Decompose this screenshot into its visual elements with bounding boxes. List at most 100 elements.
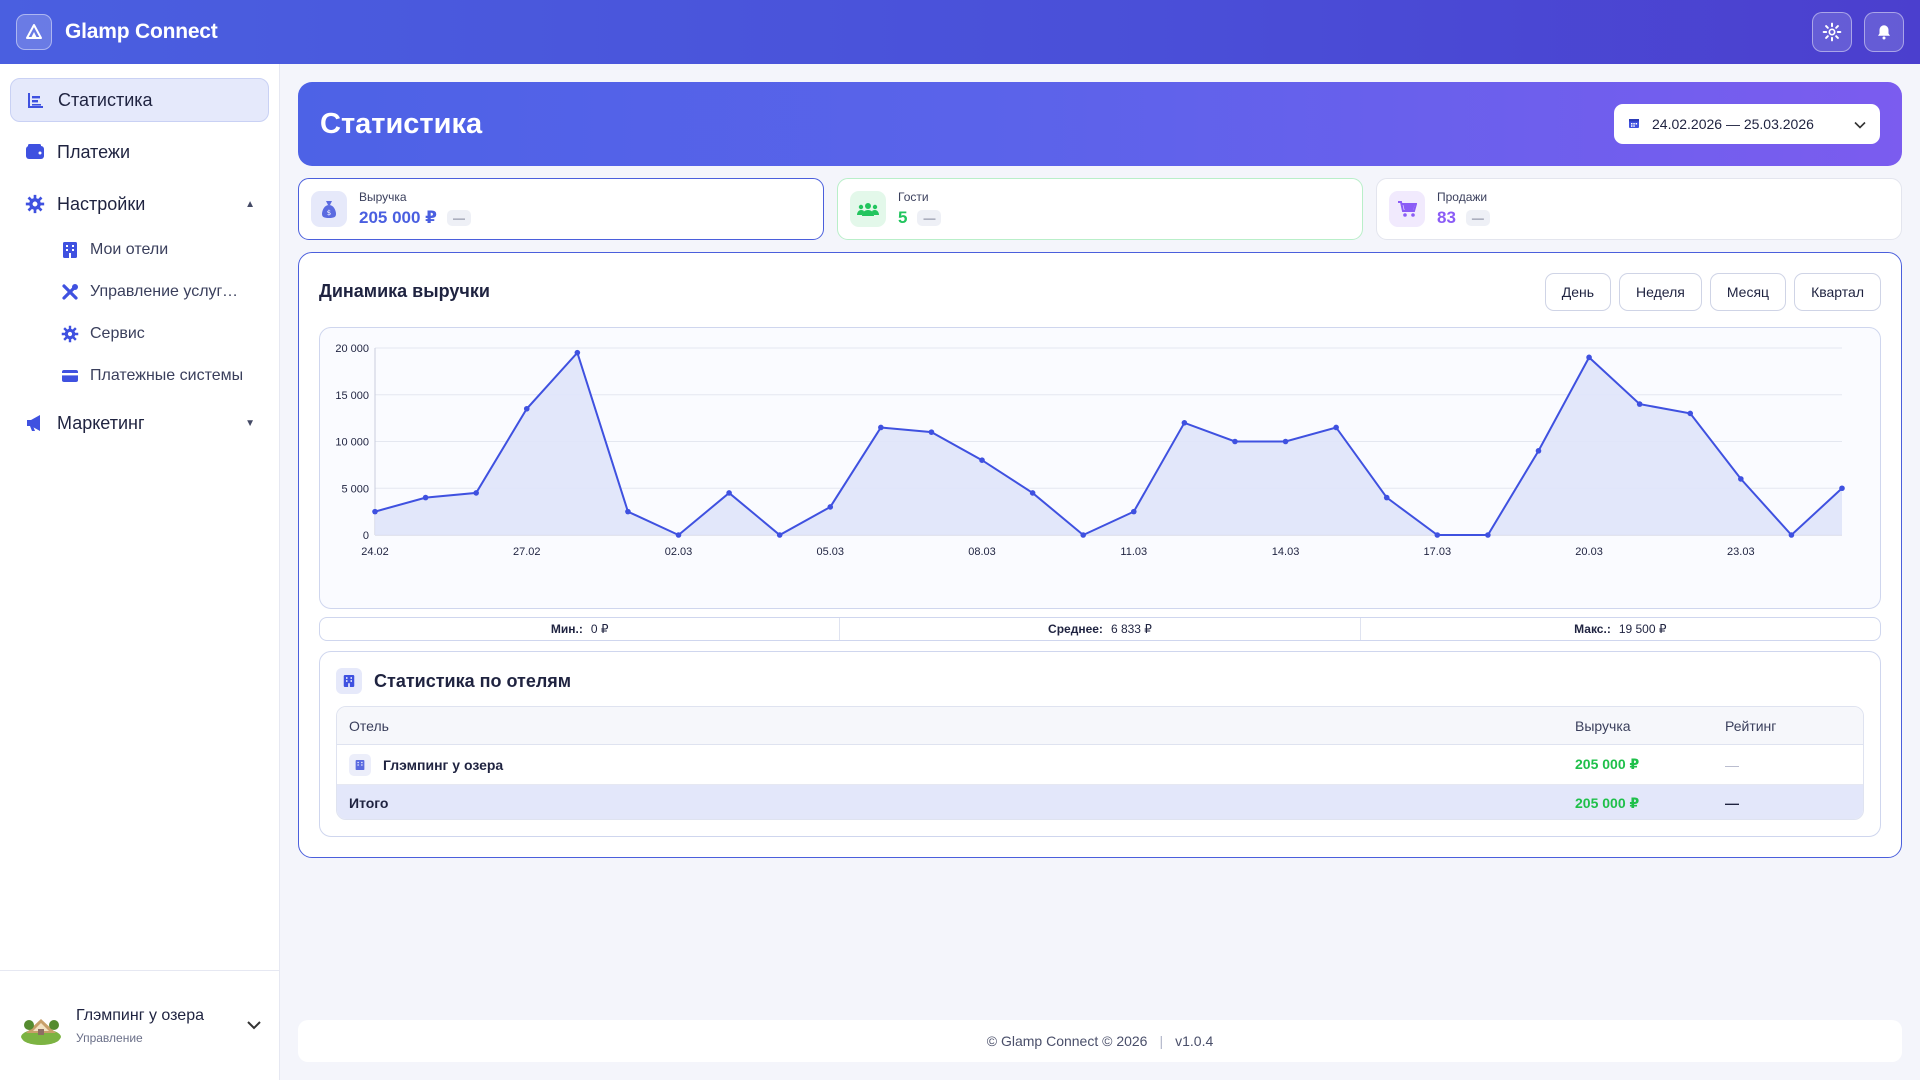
sidebar-item-label: Платежи [57, 141, 131, 162]
data-point [1080, 532, 1087, 538]
page-footer: © Glamp Connect © 2026 | v1.0.4 [298, 1020, 1902, 1062]
divider: | [1159, 1033, 1164, 1049]
sidebar-item-marketing[interactable]: Маркетинг ▼ [10, 401, 269, 445]
hotels-stats: Статистика по отелям Отель Выручка Рейти… [319, 651, 1881, 837]
avatar [18, 1002, 64, 1049]
hotel-name: Глэмпинг у озера [76, 1006, 204, 1024]
kpi-sales[interactable]: Продажи 83 — [1376, 178, 1902, 240]
x-tick-label: 05.03 [817, 546, 845, 558]
stat-average: Среднее: 6 833 ₽ [840, 618, 1361, 640]
date-range-picker[interactable]: 24.02.2026 — 25.03.2026 [1614, 104, 1880, 144]
x-tick-label: 08.03 [968, 546, 996, 558]
caret-up-icon: ▲ [245, 198, 255, 210]
data-point [625, 508, 631, 515]
kpi-delta: — [447, 210, 472, 226]
sidebar-item-settings[interactable]: Настройки ▲ [10, 182, 269, 226]
megaphone-icon [24, 412, 46, 434]
data-point [1130, 508, 1137, 515]
y-tick-label: 20 000 [335, 343, 369, 355]
column-revenue[interactable]: Выручка [1575, 718, 1631, 734]
data-point [1535, 448, 1542, 454]
revenue-chart-svg: 0 5 000 10 000 15 000 20 000 24.02 27.02 02.03 0… [335, 343, 1845, 558]
data-point [1738, 476, 1744, 482]
period-week-button[interactable]: Неделя [1619, 273, 1702, 311]
data-point [928, 429, 935, 435]
caret-down-icon: ▼ [245, 417, 255, 429]
hotel-cell-name: Глэмпинг у озера [383, 756, 504, 773]
data-point [726, 490, 732, 496]
users-icon [850, 191, 886, 227]
sidebar-subitem-my-hotels[interactable]: Мои отели [60, 233, 270, 267]
data-point [1333, 424, 1339, 431]
kpi-delta: — [917, 210, 942, 226]
data-point [1383, 494, 1390, 501]
total-revenue: 205 000 ₽ [1575, 794, 1640, 811]
gear-icon [24, 193, 46, 215]
date-range-value: 24.02.2026 — 25.03.2026 [1652, 116, 1814, 132]
top-bar: Glamp Connect [0, 0, 1920, 64]
hotels-title: Статистика по отелям [374, 670, 572, 691]
gear-icon [60, 324, 80, 344]
building-icon [349, 753, 371, 776]
x-tick-label: 17.03 [1424, 546, 1452, 558]
app-title: Glamp Connect [65, 20, 218, 43]
revenue-area [375, 352, 1842, 535]
data-point [1485, 532, 1491, 538]
credit-card-icon [60, 366, 80, 386]
logo-icon[interactable] [16, 14, 52, 50]
hotels-table: Отель Выручка Рейтинг Глэмпинг у озера 2… [336, 706, 1864, 820]
data-point [1282, 438, 1289, 445]
x-tick-label: 11.03 [1120, 546, 1147, 558]
x-tick-label: 27.02 [513, 546, 541, 558]
period-quarter-button[interactable]: Квартал [1794, 273, 1881, 311]
tools-icon [60, 282, 80, 302]
bell-icon [1878, 25, 1890, 40]
data-point [372, 508, 378, 515]
notifications-button[interactable] [1864, 12, 1904, 52]
column-hotel[interactable]: Отель [349, 718, 389, 734]
period-day-button[interactable]: День [1544, 273, 1612, 311]
data-point [1029, 490, 1036, 496]
hotel-switcher[interactable]: Глэмпинг у озера Управление [0, 970, 280, 1080]
sidebar-item-label: Статистика [58, 89, 153, 110]
y-tick-label: 15 000 [335, 390, 369, 402]
sidebar-subitem-payment-systems[interactable]: Платежные системы [60, 359, 270, 393]
kpi-revenue[interactable]: $ Выручка 205 000 ₽ — [298, 178, 824, 240]
wallet-icon [24, 141, 46, 163]
kpi-label: Гости [898, 190, 929, 204]
sidebar-subitem-service-management[interactable]: Управление услугами [60, 275, 270, 309]
sidebar-subitem-service[interactable]: Сервис [60, 317, 270, 351]
kpi-value: 83 [1437, 208, 1456, 227]
sidebar: Статистика Платежи Настройки ▲ Мои отели… [0, 64, 280, 1080]
kpi-guests[interactable]: Гости 5 — [837, 178, 1363, 240]
total-rating: — [1725, 795, 1739, 811]
column-rating[interactable]: Рейтинг [1725, 718, 1776, 734]
data-point [1687, 410, 1694, 417]
kpi-value: 5 [898, 208, 908, 227]
data-point [1181, 420, 1188, 426]
chevron-down-icon [1854, 116, 1866, 132]
data-point [979, 457, 985, 463]
stat-min: Мин.: 0 ₽ [320, 618, 841, 640]
x-tick-label: 24.02 [361, 546, 389, 558]
hotel-cell-revenue: 205 000 ₽ [1575, 756, 1640, 772]
gear-icon [1822, 22, 1842, 42]
data-point [1232, 438, 1238, 445]
sidebar-item-statistics[interactable]: Статистика [10, 78, 269, 122]
chevron-down-icon[interactable] [246, 1017, 262, 1035]
x-tick-label: 20.03 [1575, 546, 1603, 558]
sidebar-item-payments[interactable]: Платежи [10, 130, 269, 174]
revenue-stats: Мин.: 0 ₽ Среднее: 6 833 ₽ Макс.: 19 500 ₽ [319, 617, 1881, 641]
x-tick-label: 23.03 [1727, 546, 1755, 558]
period-month-button[interactable]: Месяц [1709, 273, 1787, 311]
x-tick-label: 14.03 [1272, 546, 1300, 558]
settings-button[interactable] [1812, 12, 1852, 52]
data-point [1636, 401, 1643, 407]
table-row[interactable]: Глэмпинг у озера 205 000 ₽ — [337, 745, 1863, 785]
y-tick-label: 10 000 [335, 437, 369, 449]
calendar-icon [1628, 116, 1640, 132]
revenue-title: Динамика выручки [319, 281, 490, 301]
sidebar-item-label: Маркетинг [57, 412, 145, 433]
copyright: © Glamp Connect © 2026 [986, 1033, 1148, 1049]
y-tick-label: 0 [363, 530, 369, 542]
